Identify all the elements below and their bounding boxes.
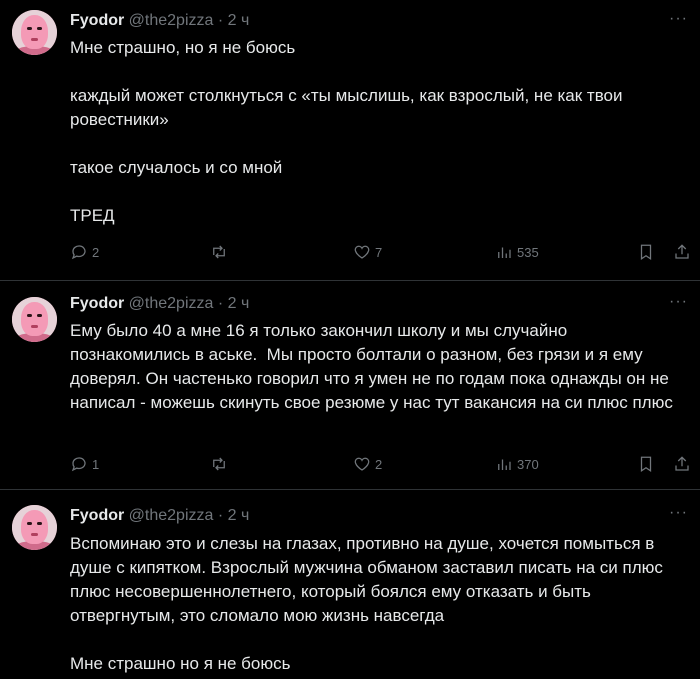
avatar-mouth (31, 325, 38, 328)
tweet[interactable]: Fyodor @the2pizza · 2 ч ··· Ему было 40 … (0, 281, 700, 489)
avatar[interactable] (12, 10, 57, 55)
author-name[interactable]: Fyodor (70, 295, 124, 312)
tweet-text: Вспоминаю это и слезы на глазах, противн… (70, 534, 663, 673)
tweet-header: Fyodor @the2pizza · 2 ч (70, 295, 249, 315)
like-count: 7 (375, 244, 383, 260)
reply-icon (71, 457, 86, 472)
tweet-text: Ему было 40 а мне 16 я только закончил ш… (70, 321, 674, 412)
tweet-text: Мне страшно, но я не боюсь каждый может … (70, 38, 623, 225)
avatar[interactable] (12, 297, 57, 342)
separator-dot: · (217, 12, 224, 29)
reply-count: 1 (92, 456, 100, 472)
avatar-eye (37, 314, 42, 317)
timestamp[interactable]: 2 ч (228, 507, 250, 524)
avatar[interactable] (12, 505, 57, 550)
bookmark-icon (640, 456, 652, 472)
views-icon (498, 459, 511, 470)
retweet-icon (213, 457, 225, 471)
bookmark-icon (640, 244, 652, 260)
tweet-header: Fyodor @the2pizza · 2 ч (70, 507, 249, 527)
avatar-eye (27, 522, 32, 525)
views-icon (498, 247, 511, 258)
retweet-icon (213, 245, 225, 259)
like-count: 2 (375, 456, 383, 472)
views-count: 370 (517, 456, 539, 472)
more-options-button[interactable]: ··· (669, 293, 688, 311)
bookmark-button[interactable] (637, 453, 655, 475)
like-button[interactable]: 2 (353, 453, 382, 475)
more-options-button[interactable]: ··· (669, 10, 688, 28)
views-button[interactable]: 535 (495, 241, 539, 263)
retweet-button[interactable] (210, 453, 232, 475)
author-handle[interactable]: @the2pizza (129, 12, 214, 29)
separator-dot: · (217, 507, 224, 524)
heart-icon (354, 245, 370, 259)
tweet-header: Fyodor @the2pizza · 2 ч (70, 12, 249, 32)
avatar-eye (27, 314, 32, 317)
views-count: 535 (517, 244, 539, 260)
more-options-button[interactable]: ··· (669, 504, 688, 522)
bookmark-button[interactable] (637, 241, 655, 263)
heart-icon (354, 457, 370, 471)
views-button[interactable]: 370 (495, 453, 539, 475)
avatar-eye (37, 522, 42, 525)
reply-button[interactable]: 1 (70, 453, 99, 475)
avatar-eye (37, 27, 42, 30)
timestamp[interactable]: 2 ч (228, 295, 250, 312)
author-name[interactable]: Fyodor (70, 12, 124, 29)
tweet-actions: 1 2 370 (70, 453, 690, 475)
author-handle[interactable]: @the2pizza (129, 507, 214, 524)
share-button[interactable] (673, 241, 691, 263)
avatar-balaclava (21, 302, 48, 336)
share-icon (675, 244, 689, 259)
tweet[interactable]: Fyodor @the2pizza · 2 ч ··· Вспоминаю эт… (0, 490, 700, 679)
avatar-mouth (31, 533, 38, 536)
timestamp[interactable]: 2 ч (228, 12, 250, 29)
retweet-button[interactable] (210, 241, 232, 263)
reply-icon (71, 245, 86, 260)
separator-dot: · (217, 295, 224, 312)
avatar-eye (27, 27, 32, 30)
avatar-balaclava (21, 510, 48, 544)
avatar-mouth (31, 38, 38, 41)
reply-button[interactable]: 2 (70, 241, 99, 263)
like-button[interactable]: 7 (353, 241, 382, 263)
reply-count: 2 (92, 244, 100, 260)
avatar-balaclava (21, 15, 48, 49)
author-name[interactable]: Fyodor (70, 507, 124, 524)
share-button[interactable] (673, 453, 691, 475)
author-handle[interactable]: @the2pizza (129, 295, 214, 312)
tweet[interactable]: Fyodor @the2pizza · 2 ч ··· Мне страшно,… (0, 0, 700, 280)
share-icon (675, 456, 689, 471)
tweet-actions: 2 7 535 (70, 241, 690, 263)
